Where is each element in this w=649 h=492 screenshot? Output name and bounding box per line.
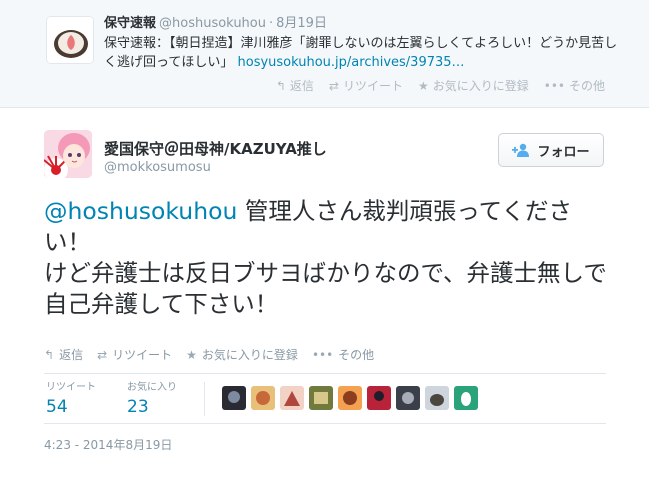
reply-icon: ↰: [275, 78, 286, 93]
tweet-stats: リツイート 54 お気に入り 23: [44, 373, 606, 424]
favorite-stat-label: お気に入り: [127, 382, 177, 393]
retweet-stat[interactable]: リツイート 54: [46, 382, 96, 417]
retweet-count: 54: [46, 397, 68, 417]
retweet-stat-label: リツイート: [46, 382, 96, 393]
retweeter-avatar[interactable]: [367, 386, 391, 410]
follow-button[interactable]: フォロー: [498, 133, 604, 167]
more-button[interactable]: ••• その他: [312, 346, 374, 363]
main-text-line-2: けど弁護士は反日ブサヨばかりなので、弁護士無しで自己弁護して下さい！: [44, 259, 607, 318]
more-dots-icon: •••: [311, 347, 334, 362]
parent-reply-label: 返信: [289, 79, 314, 93]
retweeter-avatar[interactable]: [338, 386, 362, 410]
main-avatar[interactable]: [44, 130, 92, 178]
parent-retweet-label: リツイート: [342, 79, 403, 93]
retweeter-avatars: [222, 386, 478, 410]
parent-retweet-button[interactable]: ⇄ リツイート: [329, 77, 403, 94]
tweet-timestamp[interactable]: 4:23 - 2014年8月19日: [44, 436, 172, 453]
retweeter-avatar[interactable]: [222, 386, 246, 410]
favorite-count: 23: [127, 397, 149, 417]
parent-more-button[interactable]: ••• その他: [544, 77, 605, 94]
main-author-name[interactable]: 愛国保守＠田母神/KAZUYA推し: [104, 138, 327, 159]
more-dots-icon: •••: [543, 78, 565, 93]
parent-favorite-button[interactable]: ★ お気に入りに登録: [418, 77, 529, 94]
mention-link[interactable]: @hoshusokuhou: [44, 197, 237, 225]
main-action-bar: ↰ 返信 ⇄ リツイート ★ お気に入りに登録 ••• その他: [44, 346, 374, 363]
reply-icon: ↰: [44, 347, 55, 362]
reply-label: 返信: [59, 348, 84, 362]
favorite-button[interactable]: ★ お気に入りに登録: [186, 346, 298, 363]
add-user-icon: [512, 143, 530, 157]
parent-separator: ·: [269, 16, 274, 31]
parent-reply-button[interactable]: ↰ 返信: [276, 77, 314, 94]
main-tweet-text: @hoshusokuhou 管理人さん裁判頑張ってください！ けど弁護士は反日ブ…: [44, 196, 614, 320]
retweeter-avatar[interactable]: [280, 386, 304, 410]
parent-tweet-link[interactable]: hosyusokuhou.jp/archives/39735…: [238, 55, 465, 70]
retweeter-avatar[interactable]: [425, 386, 449, 410]
retweeter-avatar[interactable]: [309, 386, 333, 410]
parent-author-handle[interactable]: @hoshusokuhou: [159, 16, 266, 31]
parent-timestamp[interactable]: 8月19日: [276, 16, 327, 31]
egg-avatar[interactable]: [454, 386, 478, 410]
retweet-label: リツイート: [112, 348, 173, 362]
parent-author-name[interactable]: 保守速報: [104, 16, 156, 31]
retweet-icon: ⇄: [97, 347, 108, 362]
parent-favorite-label: お気に入りに登録: [432, 79, 529, 93]
parent-avatar[interactable]: [46, 16, 94, 64]
follow-label: フォロー: [537, 144, 590, 160]
parent-action-bar: ↰ 返信 ⇄ リツイート ★ お気に入りに登録 ••• その他: [276, 77, 605, 94]
parent-header: 保守速報 @hoshusokuhou · 8月19日: [104, 15, 327, 32]
stats-divider: [204, 382, 205, 416]
star-icon: ★: [417, 78, 429, 93]
parent-tweet[interactable]: 保守速報 @hoshusokuhou · 8月19日 保守速報：【朝日捏造】津川雅彦「…: [0, 0, 649, 108]
favorite-stat[interactable]: お気に入り 23: [127, 382, 177, 417]
parent-tweet-text: 保守速報：【朝日捏造】津川雅彦「謝罪しないのは左翼らしくてよろしい！どうか見苦し…: [104, 34, 624, 72]
retweet-button[interactable]: ⇄ リツイート: [97, 346, 172, 363]
more-label: その他: [338, 348, 375, 362]
favorite-label: お気に入りに登録: [201, 348, 298, 362]
parent-more-label: その他: [568, 79, 605, 93]
retweeter-avatar[interactable]: [396, 386, 420, 410]
retweeter-avatar[interactable]: [251, 386, 275, 410]
star-icon: ★: [186, 347, 197, 362]
main-author-handle[interactable]: @mokkosumosu: [104, 160, 211, 175]
reply-button[interactable]: ↰ 返信: [44, 346, 83, 363]
retweet-icon: ⇄: [328, 78, 339, 93]
